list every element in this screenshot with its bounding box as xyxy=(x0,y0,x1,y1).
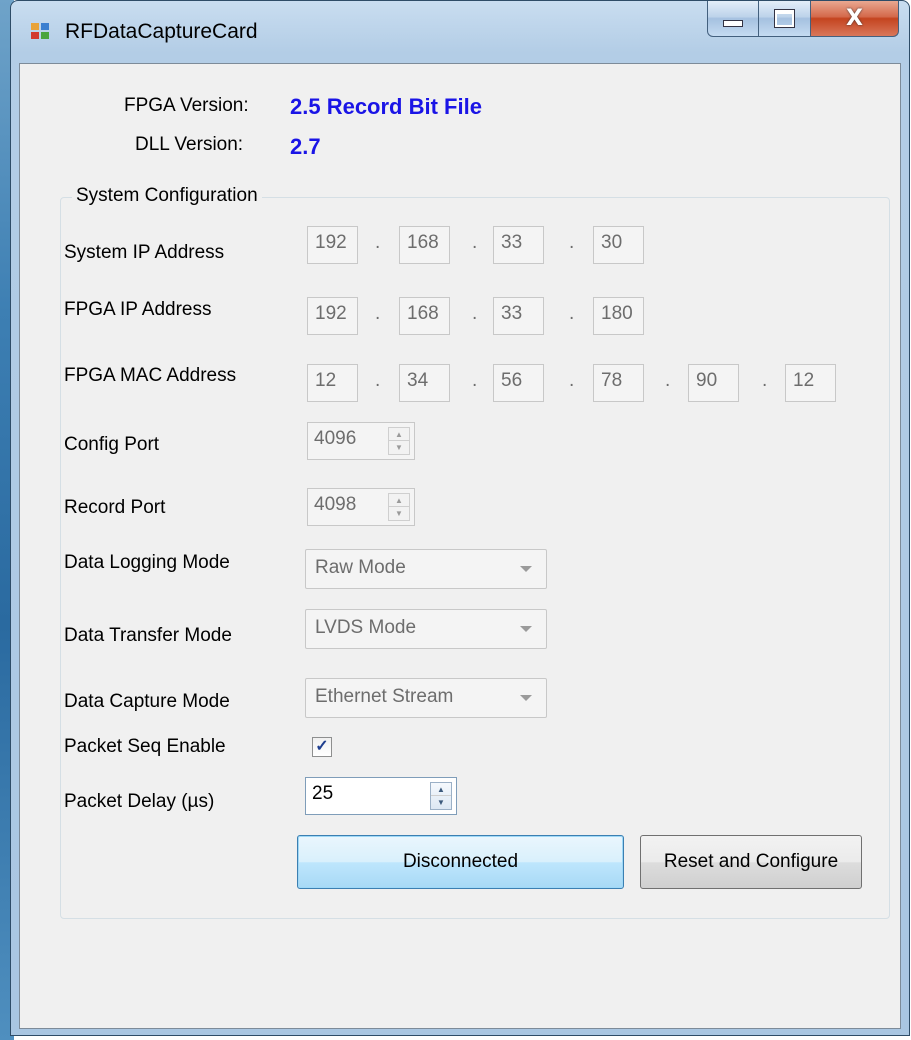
system-ip-octet-4[interactable]: 30 xyxy=(593,226,644,264)
minimize-button[interactable] xyxy=(707,1,759,37)
window-title: RFDataCaptureCard xyxy=(65,20,258,43)
record-port-label: Record Port xyxy=(64,497,166,518)
spin-down-icon[interactable]: ▼ xyxy=(389,441,409,454)
packet-seq-enable-label: Packet Seq Enable xyxy=(64,736,226,757)
spin-up-icon[interactable]: ▲ xyxy=(389,494,409,507)
window-controls: X xyxy=(707,1,899,39)
fpga-mac-label: FPGA MAC Address xyxy=(64,365,237,386)
data-transfer-mode-label: Data Transfer Mode xyxy=(64,625,232,646)
system-ip-octet-3[interactable]: 33 xyxy=(493,226,544,264)
fpga-ip-octet-3[interactable]: 33 xyxy=(493,297,544,335)
system-ip-octet-1[interactable]: 192 xyxy=(307,226,358,264)
config-port-value: 4096 xyxy=(314,428,357,449)
fpga-mac-octet-1[interactable]: 12 xyxy=(307,364,358,402)
close-icon: X xyxy=(846,6,863,31)
minimize-icon xyxy=(723,20,743,27)
fpga-ip-octet-2[interactable]: 168 xyxy=(399,297,450,335)
fpga-mac-octet-6[interactable]: 12 xyxy=(785,364,836,402)
ip-separator: . xyxy=(569,232,575,253)
data-transfer-mode-value: LVDS Mode xyxy=(315,617,417,638)
reset-and-configure-button[interactable]: Reset and Configure xyxy=(640,835,862,889)
spinner-arrows[interactable]: ▲ ▼ xyxy=(430,782,452,810)
mac-separator: . xyxy=(762,370,768,391)
spin-down-icon[interactable]: ▼ xyxy=(389,507,409,520)
maximize-icon xyxy=(774,9,795,28)
data-logging-mode-label: Data Logging Mode xyxy=(64,552,230,573)
title-bar[interactable]: RFDataCaptureCard X xyxy=(11,1,909,63)
mac-separator: . xyxy=(665,370,671,391)
fpga-mac-octet-3[interactable]: 56 xyxy=(493,364,544,402)
chevron-down-icon xyxy=(520,626,532,632)
mac-separator: . xyxy=(472,370,478,391)
main-window: RFDataCaptureCard X FPGA Version: 2.5 Re… xyxy=(10,0,910,1036)
form-client-area: FPGA Version: 2.5 Record Bit File DLL Ve… xyxy=(19,63,901,1029)
maximize-button[interactable] xyxy=(759,1,811,37)
connect-button[interactable]: Disconnected xyxy=(297,835,624,889)
packet-seq-enable-checkbox[interactable]: ✓ xyxy=(312,737,332,757)
packet-delay-label: Packet Delay (µs) xyxy=(64,791,215,812)
fpga-version-label: FPGA Version: xyxy=(124,95,249,116)
config-port-spinner[interactable]: 4096 ▲ ▼ xyxy=(307,422,415,460)
data-capture-mode-label: Data Capture Mode xyxy=(64,691,230,712)
mac-separator: . xyxy=(375,370,381,391)
config-port-label: Config Port xyxy=(64,434,160,455)
fpga-mac-octet-4[interactable]: 78 xyxy=(593,364,644,402)
system-configuration-title: System Configuration xyxy=(72,185,262,207)
data-logging-mode-select[interactable]: Raw Mode xyxy=(305,549,547,589)
ip-separator: . xyxy=(472,232,478,253)
mac-separator: . xyxy=(569,370,575,391)
dll-version-value: 2.7 xyxy=(290,134,321,159)
chevron-down-icon xyxy=(520,695,532,701)
spinner-arrows[interactable]: ▲ ▼ xyxy=(388,427,410,455)
ip-separator: . xyxy=(472,303,478,324)
packet-delay-spinner[interactable]: 25 ▲ ▼ xyxy=(305,777,457,815)
spin-up-icon[interactable]: ▲ xyxy=(389,428,409,441)
fpga-version-value: 2.5 Record Bit File xyxy=(290,94,482,119)
ip-separator: . xyxy=(375,232,381,253)
fpga-mac-octet-5[interactable]: 90 xyxy=(688,364,739,402)
data-logging-mode-value: Raw Mode xyxy=(315,557,406,578)
spinner-arrows[interactable]: ▲ ▼ xyxy=(388,493,410,521)
fpga-ip-octet-4[interactable]: 180 xyxy=(593,297,644,335)
ip-separator: . xyxy=(375,303,381,324)
data-capture-mode-select[interactable]: Ethernet Stream xyxy=(305,678,547,718)
spin-up-icon[interactable]: ▲ xyxy=(431,783,451,796)
app-icon xyxy=(31,23,51,41)
system-ip-label: System IP Address xyxy=(64,242,225,263)
spin-down-icon[interactable]: ▼ xyxy=(431,796,451,809)
system-ip-octet-2[interactable]: 168 xyxy=(399,226,450,264)
close-button[interactable]: X xyxy=(811,1,899,37)
chevron-down-icon xyxy=(520,566,532,572)
dll-version-label: DLL Version: xyxy=(135,134,244,155)
ip-separator: . xyxy=(569,303,575,324)
fpga-ip-label: FPGA IP Address xyxy=(64,299,212,320)
record-port-value: 4098 xyxy=(314,494,357,515)
record-port-spinner[interactable]: 4098 ▲ ▼ xyxy=(307,488,415,526)
data-capture-mode-value: Ethernet Stream xyxy=(315,686,454,707)
data-transfer-mode-select[interactable]: LVDS Mode xyxy=(305,609,547,649)
packet-delay-value: 25 xyxy=(312,783,334,804)
fpga-mac-octet-2[interactable]: 34 xyxy=(399,364,450,402)
fpga-ip-octet-1[interactable]: 192 xyxy=(307,297,358,335)
